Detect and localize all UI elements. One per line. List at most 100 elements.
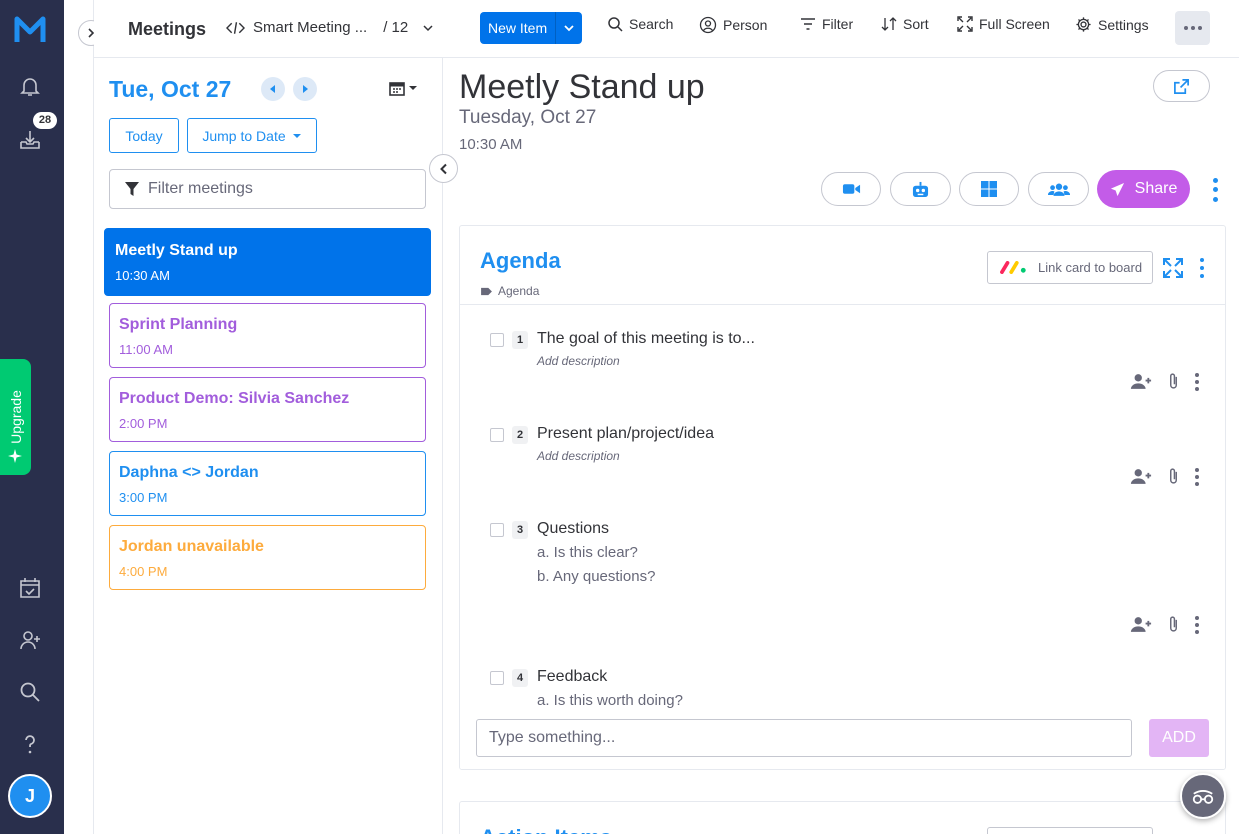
agenda-title[interactable]: Agenda: [480, 248, 561, 274]
agenda-item-subpoint: a. Is this clear?: [537, 544, 638, 561]
meeting-more-menu[interactable]: [1209, 176, 1221, 204]
action-items-title[interactable]: Action Items: [480, 825, 612, 834]
more-vertical-icon[interactable]: [1195, 372, 1199, 391]
agenda-item-text[interactable]: Questions: [537, 520, 609, 538]
help-floating-button[interactable]: [1180, 773, 1226, 819]
add-agenda-input[interactable]: [476, 719, 1132, 757]
integrations-button[interactable]: [959, 172, 1019, 206]
new-item-button[interactable]: New Item: [480, 12, 583, 44]
meeting-card-meetly-stand-up[interactable]: Meetly Stand up 10:30 AM: [104, 228, 431, 296]
paperclip-icon[interactable]: [1168, 615, 1179, 634]
search-label: Search: [629, 16, 674, 32]
search-icon: [608, 17, 623, 32]
next-day-button[interactable]: [293, 77, 317, 101]
chevron-down-icon: [564, 25, 574, 32]
more-vertical-icon[interactable]: [1195, 467, 1199, 486]
agenda-item-checkbox[interactable]: [490, 428, 504, 442]
meeting-card-daphna-jordan[interactable]: Daphna <> Jordan 3:00 PM: [109, 451, 426, 516]
agenda-item-description[interactable]: Add description: [537, 449, 620, 463]
filter-meetings-field[interactable]: [109, 169, 426, 209]
agenda-item-text[interactable]: Present plan/project/idea: [537, 425, 714, 443]
meeting-title: Meetly Stand up: [115, 242, 238, 259]
help-icon[interactable]: [18, 732, 42, 756]
meeting-card-jordan-unavailable[interactable]: Jordan unavailable 4:00 PM: [109, 525, 426, 590]
agenda-item-number: 1: [512, 331, 528, 349]
agenda-item-checkbox[interactable]: [490, 333, 504, 347]
chevron-left-icon: [439, 163, 447, 174]
more-options-button[interactable]: [1175, 11, 1210, 45]
today-button[interactable]: Today: [109, 118, 179, 153]
funnel-icon: [125, 182, 139, 196]
upgrade-button[interactable]: Upgrade: [0, 359, 31, 475]
add-user-icon[interactable]: [1130, 373, 1152, 390]
more-vertical-icon[interactable]: [1195, 615, 1199, 634]
jump-to-date-label: Jump to Date: [202, 127, 286, 144]
add-user-icon[interactable]: [1130, 616, 1152, 633]
open-external-button[interactable]: [1153, 70, 1210, 102]
jump-to-date-button[interactable]: Jump to Date: [187, 118, 317, 153]
fullscreen-label: Full Screen: [979, 16, 1050, 32]
video-call-button[interactable]: [821, 172, 881, 206]
chevron-down-icon: [423, 24, 433, 31]
agenda-item-description[interactable]: Add description: [537, 354, 620, 368]
agenda-more-menu[interactable]: [1197, 256, 1207, 280]
meeting-time: 4:00 PM: [119, 564, 168, 579]
add-agenda-button[interactable]: ADD: [1149, 719, 1209, 757]
collapse-list-button[interactable]: [429, 154, 458, 183]
calendar-check-icon[interactable]: [18, 576, 42, 600]
sort-label: Sort: [903, 16, 929, 32]
agenda-item-actions: [1130, 372, 1199, 391]
gear-icon: [1076, 17, 1091, 32]
fullscreen-button[interactable]: Full Screen: [957, 16, 1050, 32]
paperclip-icon[interactable]: [1168, 467, 1179, 486]
agenda-card: Agenda Agenda Link card to board 1 The g…: [459, 225, 1226, 770]
view-name: Smart Meeting ...: [253, 19, 368, 36]
meeting-date: Tuesday, Oct 27: [459, 107, 597, 128]
action-items-link-card[interactable]: [987, 827, 1153, 834]
settings-button[interactable]: Settings: [1075, 16, 1149, 33]
agenda-item-checkbox[interactable]: [490, 523, 504, 537]
sort-button[interactable]: Sort: [881, 16, 929, 32]
agenda-item-checkbox[interactable]: [490, 671, 504, 685]
expand-arrows-icon[interactable]: [1162, 257, 1184, 279]
person-button[interactable]: Person: [699, 16, 767, 34]
agenda-item-text[interactable]: The goal of this meeting is to...: [537, 330, 755, 348]
bell-icon[interactable]: [18, 74, 42, 98]
agenda-item-subpoint: b. Any questions?: [537, 568, 656, 585]
external-link-icon: [1174, 78, 1189, 94]
link-card-to-board-button[interactable]: Link card to board: [987, 251, 1153, 284]
prev-day-button[interactable]: [261, 77, 285, 101]
automation-bot-button[interactable]: [890, 172, 951, 206]
paperclip-icon[interactable]: [1168, 372, 1179, 391]
windows-icon: [981, 181, 997, 197]
filter-label: Filter: [822, 16, 854, 32]
paper-plane-icon: [1110, 182, 1124, 196]
filter-meetings-input[interactable]: [148, 180, 408, 198]
new-item-dropdown[interactable]: [556, 12, 583, 44]
calendar-view-button[interactable]: [389, 80, 418, 96]
monday-logo-icon[interactable]: [14, 14, 46, 46]
add-person-icon[interactable]: [18, 628, 42, 652]
share-label: Share: [1134, 180, 1178, 197]
caret-down-icon: [409, 86, 417, 90]
monday-color-logo-icon: [1000, 261, 1026, 274]
meeting-title: Daphna <> Jordan: [119, 464, 259, 481]
attendees-button[interactable]: [1028, 172, 1089, 206]
search-icon[interactable]: [18, 680, 42, 704]
filter-button[interactable]: Filter: [800, 16, 853, 32]
meeting-time: 3:00 PM: [119, 490, 168, 505]
meeting-card-sprint-planning[interactable]: Sprint Planning 11:00 AM: [109, 303, 426, 368]
new-item-label[interactable]: New Item: [480, 12, 557, 44]
filter-icon: [801, 18, 815, 30]
meeting-card-product-demo[interactable]: Product Demo: Silvia Sanchez 2:00 PM: [109, 377, 426, 442]
view-selector[interactable]: Smart Meeting ... / 12: [226, 19, 434, 36]
inbox-download-icon[interactable]: [18, 128, 42, 152]
share-button[interactable]: Share: [1097, 170, 1190, 208]
agenda-item-text[interactable]: Feedback: [537, 668, 607, 686]
search-button[interactable]: Search: [607, 16, 673, 32]
user-avatar[interactable]: J: [8, 774, 52, 818]
add-user-icon[interactable]: [1130, 468, 1152, 485]
meeting-detail: Meetly Stand up Tuesday, Oct 27 10:30 AM: [443, 58, 1239, 834]
meeting-title: Product Demo: Silvia Sanchez: [119, 390, 350, 407]
agenda-item-number: 3: [512, 521, 528, 539]
